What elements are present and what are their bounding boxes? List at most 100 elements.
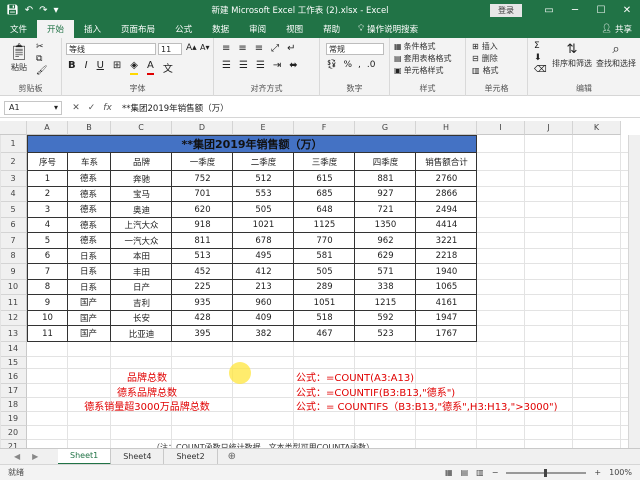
orientation-icon[interactable]: ⤢ (271, 43, 279, 54)
format-painter-icon[interactable]: 🖌︎ (36, 66, 47, 76)
delete-cells-button[interactable]: ⊟ 删除 (472, 53, 499, 64)
cell-style-button[interactable]: ▣ 单元格样式 (394, 65, 452, 76)
tab-home[interactable]: 开始 (37, 20, 75, 38)
login-button[interactable]: 登录 (490, 3, 522, 17)
format-cells-button[interactable]: ▥ 格式 (472, 65, 499, 76)
name-box[interactable]: A1 ▾ (4, 100, 62, 115)
zoom-level[interactable]: 100% (609, 468, 632, 477)
enter-icon[interactable]: ✓ (88, 103, 96, 113)
tab-view[interactable]: 视图 (276, 20, 313, 38)
zoom-in-icon[interactable]: + (594, 468, 601, 477)
page-layout-view-icon[interactable]: ▤ (461, 468, 469, 477)
prev-sheet-icon[interactable]: ◀ (14, 452, 20, 461)
row-header[interactable]: 17 (0, 384, 27, 398)
add-sheet-icon[interactable]: ⊕ (218, 451, 246, 462)
italic-icon[interactable]: I (85, 60, 88, 75)
save-icon[interactable]: 💾︎ (6, 5, 19, 16)
minimize-icon[interactable]: ─ (562, 5, 588, 16)
sheet-tab-sheet4[interactable]: Sheet4 (111, 448, 165, 465)
row-header[interactable]: 5 (0, 202, 27, 218)
increase-font-icon[interactable]: A▴ (186, 43, 197, 53)
column-header[interactable]: F (294, 121, 355, 135)
find-select-button[interactable]: ⌕ 查找和选择 (594, 42, 638, 69)
tab-file[interactable]: 文件 (0, 20, 37, 38)
align-bottom-icon[interactable]: ≡ (255, 43, 263, 54)
decrease-font-icon[interactable]: A▾ (200, 43, 210, 52)
font-size-box[interactable]: 11 (158, 43, 182, 55)
row-header[interactable]: 11 (0, 295, 27, 311)
row-header[interactable]: 10 (0, 279, 27, 295)
zoom-slider[interactable] (506, 468, 587, 477)
clear-icon[interactable]: ⌫ (534, 65, 547, 75)
cancel-icon[interactable]: ✕ (72, 103, 80, 113)
row-header[interactable]: 7 (0, 233, 27, 249)
tab-help[interactable]: 帮助 (313, 20, 350, 38)
phonetic-icon[interactable]: 文 (163, 60, 173, 75)
paste-button[interactable]: 📋︎ 粘贴 (8, 42, 30, 73)
column-header[interactable]: C (111, 121, 172, 135)
select-all-corner[interactable] (0, 121, 27, 135)
autosum-icon[interactable]: Σ (534, 41, 547, 51)
align-middle-icon[interactable]: ≡ (238, 43, 246, 54)
number-format-box[interactable]: 常规 (326, 43, 384, 55)
border-icon[interactable]: ⊞ (113, 60, 121, 75)
underline-icon[interactable]: U (97, 60, 104, 75)
accounting-format-icon[interactable]: 💱︎ (326, 60, 337, 70)
column-header[interactable]: I (477, 121, 525, 135)
column-header[interactable]: D (172, 121, 233, 135)
row-header[interactable]: 1 (0, 135, 27, 153)
tab-review[interactable]: 审阅 (239, 20, 276, 38)
fill-icon[interactable]: ⬇ (534, 53, 547, 63)
customize-qat-icon[interactable]: ▾ (53, 5, 58, 16)
row-header[interactable]: 13 (0, 326, 27, 342)
sort-filter-button[interactable]: ⇅ 排序和筛选 (550, 42, 594, 69)
comma-style-icon[interactable]: , (358, 60, 361, 70)
row-header[interactable]: 8 (0, 248, 27, 264)
merge-center-icon[interactable]: ⬌ (289, 60, 297, 71)
row-header[interactable]: 6 (0, 217, 27, 233)
row-header[interactable]: 2 (0, 153, 27, 171)
ribbon-display-icon[interactable]: ▭ (536, 5, 562, 16)
bold-icon[interactable]: B (68, 60, 76, 75)
align-left-icon[interactable]: ☰ (222, 60, 231, 71)
normal-view-icon[interactable]: ▦ (445, 468, 453, 477)
column-header[interactable]: G (355, 121, 416, 135)
conditional-format-button[interactable]: ▦ 条件格式 (394, 41, 452, 52)
zoom-out-icon[interactable]: − (492, 468, 499, 477)
row-header[interactable]: 19 (0, 412, 27, 426)
close-icon[interactable]: ✕ (614, 5, 640, 16)
row-header[interactable]: 14 (0, 341, 27, 357)
formula-input[interactable]: **集团2019年销售额（万） (122, 102, 640, 114)
cut-icon[interactable]: ✂ (36, 42, 47, 52)
tab-data[interactable]: 数据 (202, 20, 239, 38)
decimal-icon[interactable]: .0 (367, 60, 376, 70)
tell-me-search[interactable]: 💡︎ 操作说明搜索 (350, 20, 426, 38)
font-name-box[interactable]: 等线 (66, 43, 156, 55)
table-format-button[interactable]: ▤ 套用表格格式 (394, 53, 452, 64)
row-header[interactable]: 12 (0, 310, 27, 326)
row-header[interactable]: 16 (0, 369, 27, 384)
insert-function-icon[interactable]: fx (103, 103, 112, 113)
undo-icon[interactable]: ↶ (25, 5, 33, 16)
column-header[interactable]: H (416, 121, 477, 135)
column-header[interactable]: A (27, 121, 68, 135)
column-header[interactable]: J (525, 121, 573, 135)
copy-icon[interactable]: ⧉ (36, 54, 47, 64)
align-right-icon[interactable]: ☰ (256, 60, 265, 71)
share-button[interactable]: 👤︎ 共享 (601, 20, 640, 38)
vertical-scrollbar[interactable] (628, 135, 640, 448)
redo-icon[interactable]: ↷ (39, 5, 47, 16)
page-break-view-icon[interactable]: ▥ (476, 468, 484, 477)
tab-page-layout[interactable]: 页面布局 (111, 20, 165, 38)
fill-color-icon[interactable]: ◈ (130, 60, 138, 75)
row-header[interactable]: 4 (0, 186, 27, 202)
column-header[interactable]: E (233, 121, 294, 135)
tab-formulas[interactable]: 公式 (165, 20, 202, 38)
percent-icon[interactable]: % (343, 60, 352, 70)
column-header[interactable]: K (573, 121, 621, 135)
row-header[interactable]: 18 (0, 398, 27, 412)
font-color-icon[interactable]: A (147, 60, 154, 75)
next-sheet-icon[interactable]: ▶ (32, 452, 38, 461)
sheet-tab-sheet2[interactable]: Sheet2 (164, 448, 218, 465)
column-header[interactable]: B (68, 121, 111, 135)
